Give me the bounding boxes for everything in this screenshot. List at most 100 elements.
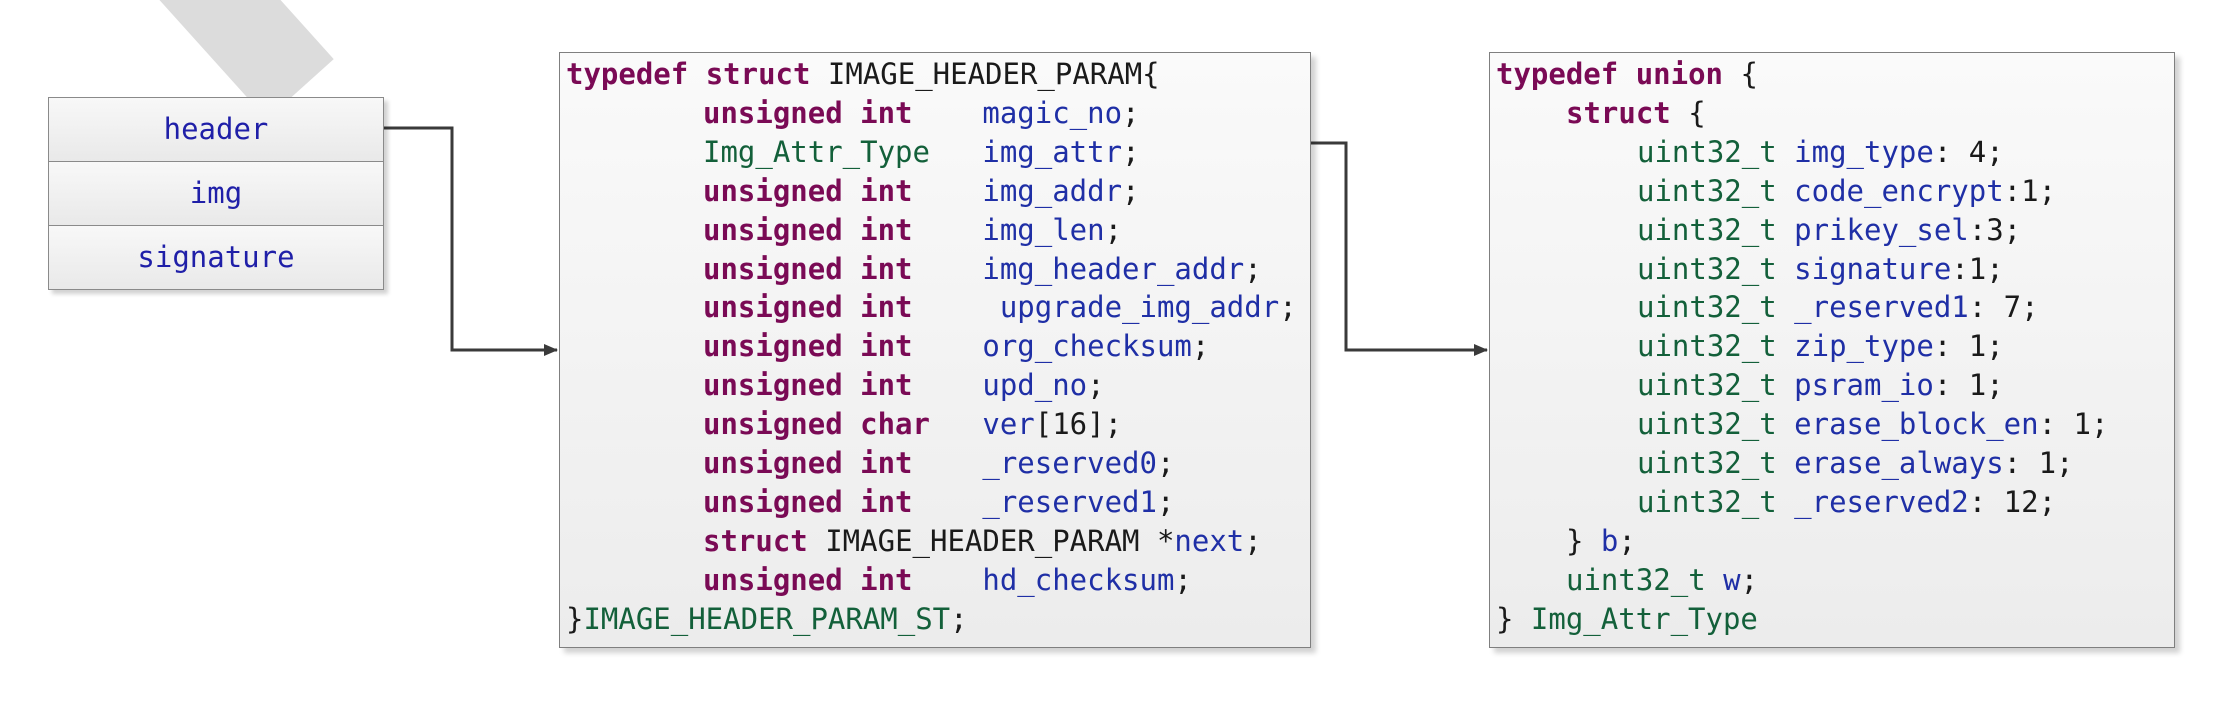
code-line: }IMAGE_HEADER_PARAM_ST; <box>566 600 968 638</box>
code-token: unsigned int <box>703 368 913 403</box>
code-token: : 1; <box>2003 446 2074 480</box>
code-token: ; <box>1104 212 1123 247</box>
code-line: uint32_t _reserved2: 12; <box>1637 483 2056 521</box>
code-token: : 1; <box>1933 329 2004 364</box>
img-attr-to-union-arrow <box>1310 141 1488 356</box>
code-token: unsigned int <box>703 484 913 519</box>
image-layout-stack: header img signature <box>48 97 384 290</box>
code-token: ; <box>1279 290 1297 325</box>
code-token: unsigned int <box>703 290 913 325</box>
code-line: uint32_t psram_io: 1; <box>1637 366 2004 404</box>
code-token: typedef <box>1496 57 1619 91</box>
code-line: uint32_t img_type: 4; <box>1637 133 2004 171</box>
code-line: uint32_t w; <box>1566 561 1758 599</box>
code-token: unsigned int <box>703 446 913 480</box>
code-token: unsigned int <box>703 173 913 208</box>
code-token: uint32_t <box>1637 134 1777 169</box>
code-token: typedef <box>566 57 689 91</box>
code-line: unsigned int img_header_addr; <box>703 250 1262 288</box>
stack-cell-header: header <box>49 98 383 161</box>
code-line: uint32_t erase_always: 1; <box>1637 444 2074 482</box>
code-token: ; <box>1740 562 1759 597</box>
code-token: ; <box>1191 329 1210 364</box>
code-token: unsigned char <box>703 407 930 442</box>
code-token: :1; <box>2003 173 2057 208</box>
code-line: unsigned int _reserved0; <box>703 444 1174 482</box>
code-token: magic_no <box>982 95 1123 130</box>
code-line: uint32_t _reserved1: 7; <box>1637 288 2039 326</box>
code-line: Img_Attr_Type img_attr; <box>703 133 1140 171</box>
code-token: unsigned int <box>703 95 913 130</box>
code-token: ; <box>1244 523 1262 558</box>
code-token: ; <box>1122 95 1140 130</box>
code-line: unsigned int hd_checksum; <box>703 561 1192 599</box>
code-token: erase_always <box>1794 446 2004 480</box>
code-line: uint32_t signature:1; <box>1637 250 2004 288</box>
code-token: : 12; <box>1968 484 2057 519</box>
code-token: ; <box>1618 523 1636 558</box>
code-token: uint32_t <box>1637 173 1777 208</box>
code-token: : 1; <box>2038 407 2109 442</box>
code-line: uint32_t zip_type: 1; <box>1637 327 2004 365</box>
code-line: unsigned int img_len; <box>703 211 1122 249</box>
code-token: : 1; <box>1933 368 2004 403</box>
code-token: IMAGE_HEADER_PARAM{ <box>810 57 1160 91</box>
code-token: ; <box>1122 134 1140 169</box>
code-token: unsigned int <box>703 212 913 247</box>
stack-cell-img: img <box>49 161 383 225</box>
code-token: _reserved1 <box>1794 290 1969 325</box>
code-token: struct <box>703 523 808 558</box>
code-token: next <box>1174 523 1245 558</box>
code-token: w <box>1723 562 1741 597</box>
code-token: uint32_t <box>1637 484 1777 519</box>
code-token: uint32_t <box>1637 446 1777 480</box>
code-token: struct <box>1566 95 1671 130</box>
code-token: uint32_t <box>1566 562 1706 597</box>
code-token: uint32_t <box>1637 290 1777 325</box>
code-token: union <box>1635 57 1723 91</box>
code-token: uint32_t <box>1637 212 1777 247</box>
code-line: uint32_t code_encrypt:1; <box>1637 172 2056 210</box>
code-line: unsigned int upd_no; <box>703 366 1105 404</box>
code-line: unsigned int org_checksum; <box>703 327 1209 365</box>
code-token: _reserved2 <box>1794 484 1969 519</box>
code-token: unsigned int <box>703 562 913 597</box>
code-token: Img_Attr_Type <box>1530 601 1758 636</box>
code-line: typedef struct IMAGE_HEADER_PARAM{ <box>566 55 1160 93</box>
code-token: img_header_addr <box>982 251 1245 286</box>
code-token: uint32_t <box>1637 251 1777 286</box>
code-token: ; <box>1156 484 1175 519</box>
code-line: unsigned int magic_no; <box>703 94 1140 132</box>
header-to-struct-arrow <box>382 126 558 356</box>
code-line: struct { <box>1566 94 1706 132</box>
code-line: uint32_t erase_block_en: 1; <box>1637 405 2108 443</box>
img-attr-union-box: typedef union {struct {uint32_t img_type… <box>1489 52 2175 648</box>
code-token: hd_checksum <box>982 562 1175 597</box>
code-token: } <box>1496 601 1531 636</box>
code-token: prikey_sel <box>1794 212 1969 247</box>
code-token: uint32_t <box>1637 329 1777 364</box>
code-token: _reserved0 <box>982 446 1157 480</box>
code-token: ; <box>1244 251 1262 286</box>
code-token: unsigned int <box>703 251 913 286</box>
code-token: b <box>1600 523 1619 558</box>
code-line: unsigned int img_addr; <box>703 172 1140 210</box>
code-token: signature <box>1794 251 1952 286</box>
code-token: } <box>1566 523 1601 558</box>
code-token: ; <box>1122 173 1140 208</box>
